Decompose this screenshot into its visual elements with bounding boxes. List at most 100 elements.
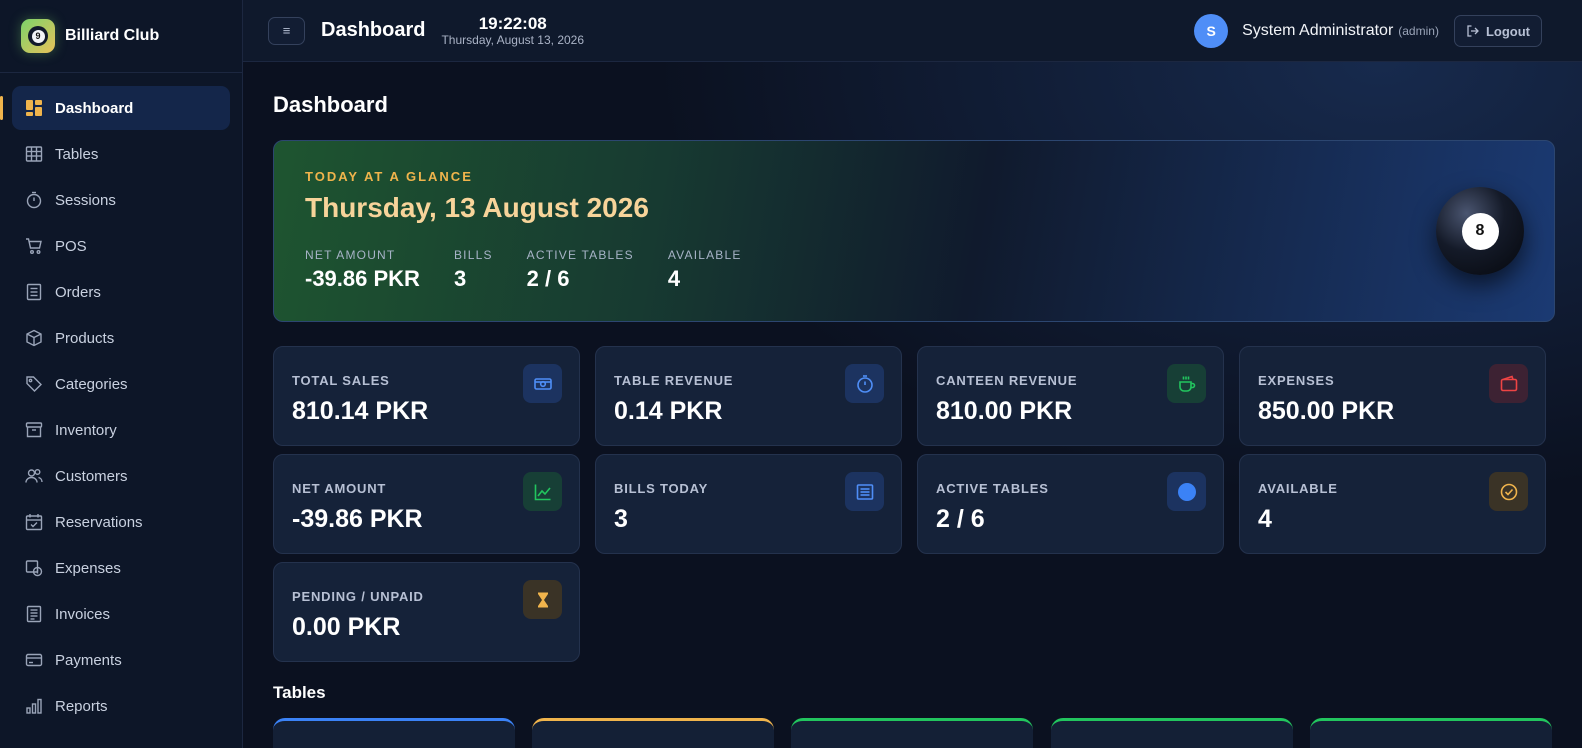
stat-card-available[interactable]: AVAILABLE 4: [1239, 454, 1546, 554]
main-content: Dashboard TODAY AT A GLANCE Thursday, 13…: [243, 62, 1582, 748]
stat-card-table-revenue[interactable]: TABLE REVENUE 0.14 PKR: [595, 346, 902, 446]
sidebar-item-label: Expenses: [55, 559, 121, 577]
tags-icon: [25, 375, 43, 393]
stat-card-bills-today[interactable]: BILLS TODAY 3: [595, 454, 902, 554]
sidebar-item-expenses[interactable]: Expenses: [12, 546, 230, 590]
logout-button[interactable]: Logout: [1453, 15, 1542, 47]
hero-stat-value: 4: [667, 266, 681, 291]
hero-stat-label: AVAILABLE: [667, 248, 742, 262]
receipt-icon: [845, 472, 884, 511]
sidebar-item-label: Dashboard: [55, 99, 134, 117]
sidebar-item-products[interactable]: Products: [12, 316, 230, 360]
stat-card-active-tables[interactable]: ACTIVE TABLES 2 / 6: [917, 454, 1224, 554]
hero-stat-label: NET AMOUNT: [305, 248, 396, 262]
tables-section-title: Tables: [273, 683, 326, 702]
hero-stat-label: ACTIVE TABLES: [526, 248, 634, 262]
stat-card-label: TOTAL SALES: [292, 373, 390, 388]
sidebar-item-orders[interactable]: Orders: [12, 270, 230, 314]
hero-date: Thursday, 13 August 2026: [305, 192, 649, 223]
topbar: ≡ Dashboard 19:22:08 Thursday, August 13…: [243, 0, 1582, 62]
check-circle-icon: [1489, 472, 1528, 511]
table-tile[interactable]: [791, 718, 1033, 748]
sidebar: 9 Billiard Club Dashboard Tables Session…: [0, 0, 243, 748]
eight-ball-icon: 8: [1436, 187, 1524, 275]
logout-label: Logout: [1485, 23, 1530, 39]
logo-ball-number: 9: [31, 29, 45, 43]
menu-toggle-button[interactable]: ≡: [268, 16, 305, 45]
sidebar-item-inventory[interactable]: Inventory: [12, 408, 230, 452]
topbar-title: Dashboard: [321, 19, 426, 41]
today-glance-banner: TODAY AT A GLANCE Thursday, 13 August 20…: [273, 140, 1555, 322]
credit-card-icon: [25, 651, 43, 669]
sidebar-item-label: Payments: [55, 651, 122, 669]
hero-stats: NET AMOUNT -39.86 PKR BILLS 3 ACTIVE TAB…: [305, 248, 776, 292]
avatar[interactable]: S: [1194, 14, 1229, 48]
stat-card-value: 2 / 6: [936, 505, 985, 533]
clock: 19:22:08 Thursday, August 13, 2026: [441, 15, 584, 46]
clock-time: 19:22:08: [478, 14, 547, 33]
sidebar-item-label: Customers: [55, 467, 128, 485]
user-area: S System Administrator (admin) Logout: [1194, 14, 1542, 48]
stat-card-total-sales[interactable]: TOTAL SALES 810.14 PKR: [273, 346, 580, 446]
table-tile[interactable]: [1051, 718, 1293, 748]
hero-stat-available: AVAILABLE 4: [668, 248, 742, 292]
hero-stat-label: BILLS: [453, 248, 493, 262]
table-grid-icon: [25, 145, 43, 163]
hero-kicker: TODAY AT A GLANCE: [305, 169, 473, 184]
hourglass-icon: [523, 580, 562, 619]
archive-icon: [25, 421, 43, 439]
cash-icon: [523, 364, 562, 403]
brand[interactable]: 9 Billiard Club: [0, 0, 242, 73]
expenses-icon: [25, 559, 43, 577]
sidebar-item-label: Orders: [55, 283, 101, 301]
stat-card-net-amount[interactable]: NET AMOUNT -39.86 PKR: [273, 454, 580, 554]
sidebar-item-reservations[interactable]: Reservations: [12, 500, 230, 544]
page-title: Dashboard: [273, 92, 388, 117]
sidebar-nav: Dashboard Tables Sessions POS Orders Pro…: [0, 73, 242, 728]
stat-card-label: TABLE REVENUE: [614, 373, 734, 388]
sidebar-item-tables[interactable]: Tables: [12, 132, 230, 176]
eight-ball-number: 8: [1461, 212, 1499, 250]
bar-chart-icon: [25, 697, 43, 715]
stat-card-label: PENDING / UNPAID: [292, 589, 424, 604]
sidebar-item-reports[interactable]: Reports: [12, 684, 230, 728]
sidebar-item-payments[interactable]: Payments: [12, 638, 230, 682]
user-name: System Administrator: [1242, 22, 1394, 39]
stopwatch-icon: [845, 364, 884, 403]
stat-card-canteen-revenue[interactable]: CANTEEN REVENUE 810.00 PKR: [917, 346, 1224, 446]
brand-name: Billiard Club: [65, 27, 160, 44]
wallet-icon: [1489, 364, 1528, 403]
table-tile[interactable]: [1310, 718, 1552, 748]
stat-card-value: 850.00 PKR: [1258, 397, 1395, 425]
receipt-icon: [25, 283, 43, 301]
sidebar-item-label: Reservations: [55, 513, 143, 531]
hero-stat-value: 3: [453, 266, 467, 291]
clock-date: Thursday, August 13, 2026: [441, 33, 585, 47]
table-tile[interactable]: [273, 718, 515, 748]
sidebar-item-pos[interactable]: POS: [12, 224, 230, 268]
sidebar-item-label: Tables: [55, 145, 99, 163]
stat-card-pending-unpaid[interactable]: PENDING / UNPAID 0.00 PKR: [273, 562, 580, 662]
box-icon: [25, 329, 43, 347]
sidebar-item-customers[interactable]: Customers: [12, 454, 230, 498]
sidebar-item-sessions[interactable]: Sessions: [12, 178, 230, 222]
stat-card-value: -39.86 PKR: [292, 505, 423, 533]
billiard-ball-logo-icon: 9: [21, 19, 55, 53]
sidebar-item-label: Invoices: [55, 605, 111, 623]
sidebar-item-categories[interactable]: Categories: [12, 362, 230, 406]
stat-card-label: ACTIVE TABLES: [936, 481, 1049, 496]
stat-card-value: 3: [614, 505, 628, 533]
sidebar-item-label: Products: [55, 329, 115, 347]
sidebar-item-dashboard[interactable]: Dashboard: [0, 86, 230, 130]
stat-card-value: 810.14 PKR: [292, 397, 429, 425]
table-tile[interactable]: [532, 718, 774, 748]
coffee-cup-icon: [1167, 364, 1206, 403]
stat-card-label: EXPENSES: [1258, 373, 1335, 388]
calendar-check-icon: [25, 513, 43, 531]
user-role: (admin): [1398, 24, 1439, 38]
dot-icon: [1167, 472, 1206, 511]
sidebar-item-invoices[interactable]: Invoices: [12, 592, 230, 636]
stat-card-label: AVAILABLE: [1258, 481, 1338, 496]
stat-card-expenses[interactable]: EXPENSES 850.00 PKR: [1239, 346, 1546, 446]
hamburger-icon: ≡: [282, 23, 291, 38]
